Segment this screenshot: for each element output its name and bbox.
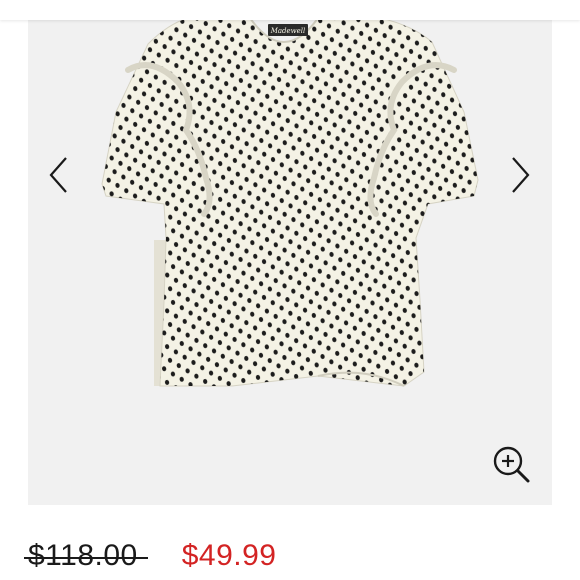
strikethrough-line bbox=[24, 557, 148, 559]
product-image-blouse: Madewell bbox=[101, 17, 479, 387]
chevron-left-icon bbox=[49, 157, 67, 193]
original-price-text: $118.00 bbox=[28, 539, 138, 572]
next-image-button[interactable] bbox=[499, 150, 543, 200]
price-row: $118.00 $49.99 bbox=[24, 536, 277, 576]
sale-price: $49.99 bbox=[181, 539, 277, 572]
brand-label: Madewell bbox=[270, 27, 306, 35]
top-bar bbox=[0, 0, 580, 20]
product-image-gallery[interactable]: Madewell bbox=[28, 0, 552, 505]
previous-image-button[interactable] bbox=[36, 150, 80, 200]
zoom-in-icon bbox=[493, 446, 530, 483]
original-price: $118.00 bbox=[24, 536, 148, 576]
zoom-button[interactable] bbox=[491, 444, 531, 484]
chevron-right-icon bbox=[512, 157, 530, 193]
